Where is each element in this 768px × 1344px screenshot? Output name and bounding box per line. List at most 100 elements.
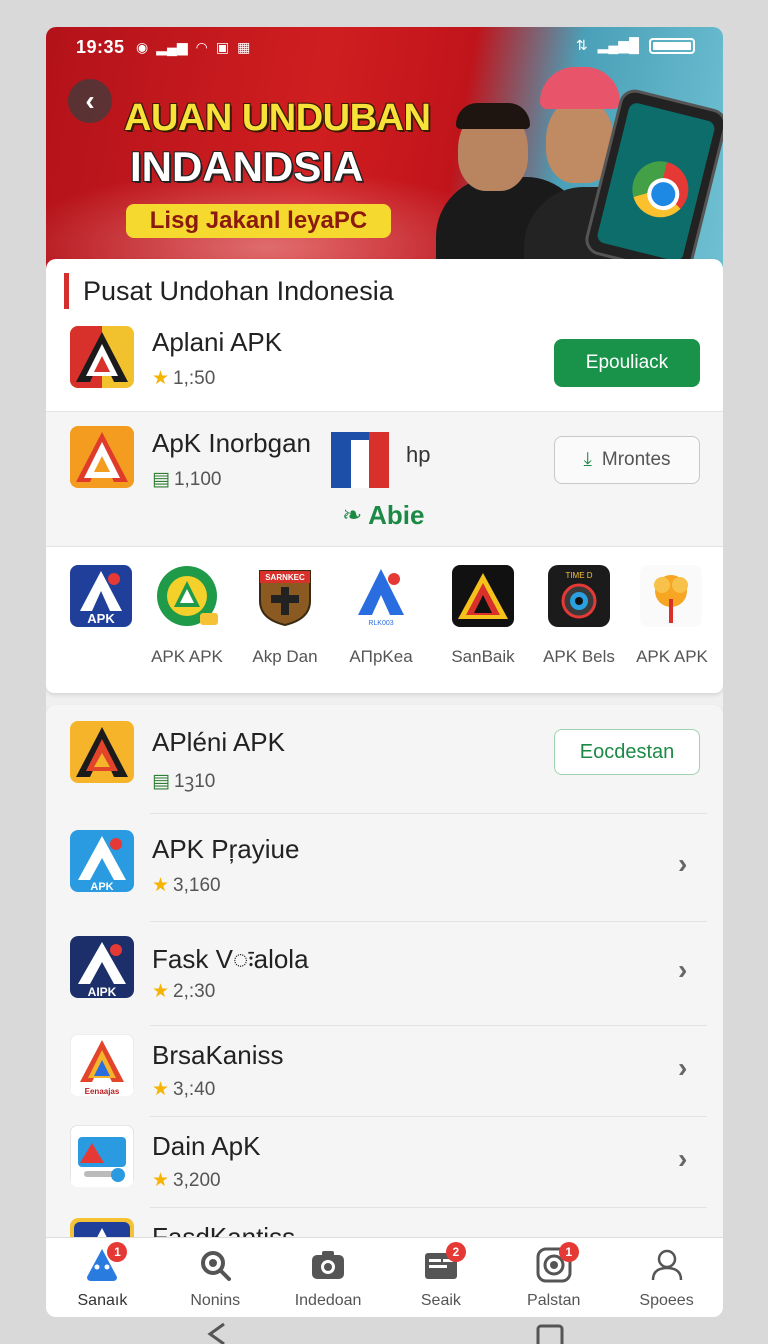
grid-app-tile[interactable] — [452, 565, 514, 627]
list-item[interactable]: Eenaajas BrsaKaniss ★ 3,:40 › — [46, 1026, 723, 1116]
home-icon: 1 — [83, 1242, 128, 1284]
notification-icon: ◉ — [136, 39, 149, 55]
list-item[interactable]: AIPK Fask Vःalola ★ 2,:30 › — [46, 922, 723, 1024]
list-item[interactable]: Dain ApK ★ 3,200 › — [46, 1117, 723, 1207]
brand-label: ❧ Abie — [342, 500, 424, 531]
hero-banner[interactable]: 19:35 ◉ ▂▄▆ ◠ ▣ ▦ ⇅ ▂▄▆█ ‹ AUAN UNDUBAN … — [46, 27, 723, 269]
app-name: Aplani APK — [152, 327, 283, 357]
star-icon: ★ — [152, 981, 170, 1002]
app-name: APléni APK — [152, 727, 285, 757]
app-icon — [70, 1125, 134, 1187]
banner-title-line1: AUAN UNDUBAN — [124, 97, 431, 139]
data-icon: ⇅ — [575, 37, 588, 53]
nav-item-settings[interactable]: 1 Palstan — [497, 1238, 610, 1317]
leaf-icon: ❧ — [342, 502, 363, 529]
app-rating: ★ 2,:30 — [152, 980, 215, 1003]
folder-icon: 2 — [422, 1242, 466, 1284]
more-button[interactable]: ⤓ Mrontes — [554, 436, 700, 484]
app-icon-text: AIPK — [88, 985, 117, 998]
search-icon — [196, 1246, 234, 1284]
app-list-card: APléni APK ▤ 1ꝫ10 Eocdestan APK APK Pŗayi… — [46, 705, 723, 1265]
nav-label: Nonins — [190, 1292, 241, 1309]
grid-app-tile[interactable]: TIME D — [548, 565, 610, 627]
app-rating: ★ 1,:50 — [152, 367, 215, 390]
brand-label-text: Abie — [368, 500, 425, 530]
grid-app-label: SanBaik — [451, 647, 515, 666]
camera-icon — [309, 1246, 347, 1284]
app-rating: ★ 3,160 — [152, 874, 221, 897]
nav-label: Palstan — [527, 1292, 581, 1309]
app-icon — [70, 326, 134, 388]
grid-app-label: APK APK — [636, 647, 708, 666]
grid-tile-text: APK — [87, 611, 115, 626]
bottom-nav: 1 Sanaık Nonins Indedoan 2 Seaik 1 Palst… — [46, 1237, 723, 1317]
list-item[interactable]: Aplani APK ★ 1,:50 Epouliack — [46, 319, 723, 411]
message-icon: ▣ — [215, 39, 230, 55]
star-icon: ★ — [152, 875, 170, 896]
download-arrow-icon: ⤓ — [583, 449, 592, 470]
chevron-right-icon[interactable]: › — [678, 848, 687, 880]
app-name: ApK Inorbgan — [152, 428, 312, 458]
grid-app-tile[interactable]: RLK003 — [350, 565, 412, 627]
grid-app-label: Akp Dan — [252, 647, 318, 666]
flag-logo-icon — [331, 432, 389, 488]
nav-item-folder[interactable]: 2 Seaik — [384, 1238, 497, 1317]
notification-badge: 1 — [107, 1242, 128, 1262]
system-nav-bar — [0, 1318, 768, 1344]
rating-value: 3,:40 — [173, 1079, 216, 1100]
downloads-value: 1,100 — [173, 469, 222, 490]
nav-item-profile[interactable]: Spoees — [610, 1238, 723, 1317]
list-item[interactable]: APléni APK ▤ 1ꝫ10 Eocdestan — [46, 705, 723, 813]
grid-app-label: AΠpKea — [349, 647, 413, 666]
nav-item-search[interactable]: Nonins — [159, 1238, 272, 1317]
chevron-right-icon[interactable]: › — [678, 1143, 687, 1175]
divider — [46, 546, 723, 547]
grid-app-label: APK Bels — [543, 647, 615, 666]
status-right: ⇅ ▂▄▆█ — [576, 37, 695, 54]
grid-app-tile[interactable] — [640, 565, 702, 627]
app-icon-text: Eenaajas — [85, 1087, 120, 1096]
wifi-icon: ◠ — [195, 39, 208, 55]
list-item[interactable]: ApK Inorbgan ▤ 1,100 hp ❧ Abie ⤓ Mrontes — [46, 412, 723, 546]
download-button[interactable]: Eocdestan — [554, 729, 700, 775]
nav-label: Sanaık — [77, 1292, 128, 1309]
status-icons: ◉ ▂▄▆ ◠ ▣ ▦ — [136, 39, 250, 56]
section-title: Pusat Undohan Indonesia — [64, 273, 394, 309]
list-item[interactable]: APK APK Pŗayiue ★ 3,160 › — [46, 814, 723, 920]
grid-app-label: APK APK — [151, 647, 223, 666]
rating-value: 1,:50 — [173, 368, 216, 389]
nav-item-camera[interactable]: Indedoan — [272, 1238, 385, 1317]
app-downloads: ▤ 1ꝫ10 — [152, 767, 215, 793]
settings-icon: 1 — [535, 1242, 579, 1284]
nav-item-home[interactable]: 1 Sanaık — [46, 1238, 159, 1317]
app-icon-text: APK — [90, 881, 113, 892]
app-downloads: ▤ 1,100 — [152, 468, 222, 491]
app-icon: APK — [70, 830, 134, 892]
chevron-right-icon[interactable]: › — [678, 1052, 687, 1084]
grid-tile-text: SARNKEC — [265, 573, 305, 582]
notification-badge: 1 — [558, 1242, 579, 1262]
cell-signal-icon: ▂▄▆█ — [597, 37, 639, 53]
grid-app-tile[interactable]: APK — [70, 565, 132, 627]
download-icon: ▤ — [152, 469, 170, 490]
grid-app-tile[interactable] — [156, 565, 218, 627]
more-button-label: Mrontes — [601, 449, 671, 470]
star-icon: ★ — [152, 1170, 170, 1191]
app-name: Dain ApK — [152, 1131, 261, 1161]
download-button[interactable]: Epouliack — [554, 339, 700, 387]
notification-badge: 2 — [445, 1242, 466, 1262]
app-rating: ★ 3,:40 — [152, 1078, 215, 1101]
app-icon — [70, 721, 134, 783]
grid-tile-text: TIME D — [565, 571, 592, 580]
banner-pill[interactable]: Lisg Jakanl leyaPC — [126, 204, 391, 238]
nav-label: Spoees — [639, 1292, 694, 1309]
nav-label: Seaik — [420, 1292, 461, 1309]
browser-logo-icon — [626, 155, 695, 224]
status-time: 19:35 — [76, 37, 125, 57]
person-icon — [648, 1246, 686, 1284]
app-name: Fask Vःalola — [152, 944, 309, 974]
back-button[interactable]: ‹ — [68, 79, 112, 123]
grid-app-tile[interactable]: SARNKEC — [254, 565, 316, 627]
chevron-right-icon[interactable]: › — [678, 954, 687, 986]
rating-value: 2,:30 — [173, 981, 216, 1002]
